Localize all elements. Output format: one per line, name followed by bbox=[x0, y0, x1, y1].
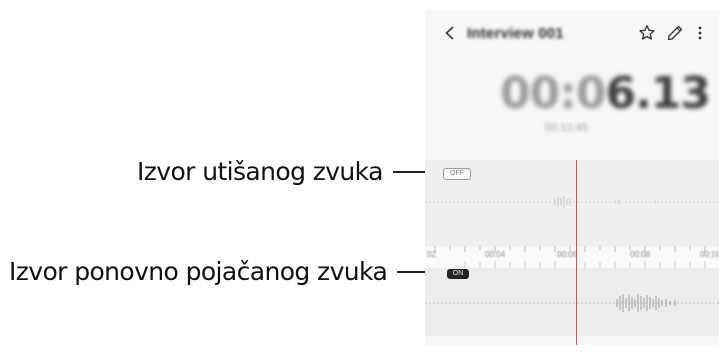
playhead-marker[interactable] bbox=[576, 160, 577, 345]
timeline-label: 00:10 bbox=[700, 250, 719, 259]
elapsed-time: 00:06.13 bbox=[500, 68, 711, 119]
pencil-icon bbox=[666, 24, 684, 42]
on-badge: ON bbox=[447, 269, 469, 279]
callout-amplified-label: Izvor ponovno pojačanog zvuka bbox=[9, 257, 388, 286]
timeline-label: 00:04 bbox=[485, 250, 506, 259]
chevron-left-icon bbox=[442, 25, 458, 41]
star-icon bbox=[638, 24, 656, 42]
favorite-button[interactable] bbox=[636, 22, 658, 44]
off-badge: OFF bbox=[443, 168, 471, 180]
back-button[interactable] bbox=[439, 22, 461, 44]
recording-title: Interview 001 bbox=[467, 25, 564, 42]
amplified-track-lane[interactable] bbox=[425, 268, 719, 336]
amplified-track-waveform bbox=[425, 294, 719, 312]
timeline-label: 00:06 bbox=[557, 250, 578, 259]
callout-muted-label: Izvor utišanog zvuka bbox=[137, 157, 383, 186]
callout-muted-source: Izvor utišanog zvuka bbox=[137, 157, 433, 186]
more-vert-icon bbox=[697, 25, 703, 41]
total-time: 00:12:45 bbox=[545, 122, 588, 134]
callout-amplified-source: Izvor ponovno pojačanog zvuka bbox=[9, 257, 438, 286]
elapsed-time-bright: 6.13 bbox=[605, 68, 711, 119]
timeline-label: 00:08 bbox=[630, 250, 651, 259]
elapsed-time-dim: 00:0 bbox=[500, 68, 606, 119]
page: Izvor utišanog zvuka Izvor ponovno pojač… bbox=[0, 0, 719, 354]
more-options-button[interactable] bbox=[689, 22, 711, 44]
timeline-label: 02 bbox=[427, 250, 436, 259]
top-app-bar: Interview 001 bbox=[425, 10, 719, 58]
edit-button[interactable] bbox=[664, 22, 686, 44]
voice-recorder-screen: Interview 001 00:06.13 00:12:45 OFF 02 0… bbox=[425, 10, 719, 345]
